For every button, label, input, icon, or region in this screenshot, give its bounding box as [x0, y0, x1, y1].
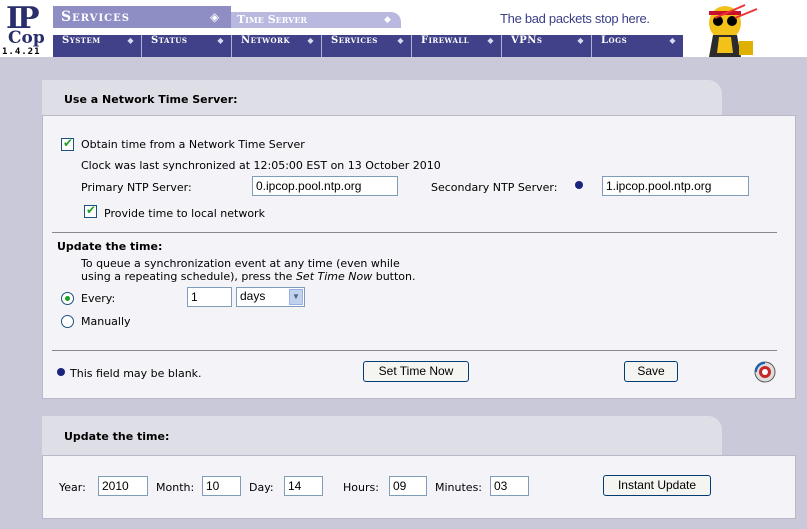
- version-label: 1.4.21: [2, 47, 41, 57]
- divider: [52, 232, 777, 233]
- header: IP Cop 1.4.21 Services ◈ Time Server ◆ T…: [0, 0, 807, 57]
- set-time-now-button[interactable]: Set Time Now: [363, 361, 469, 382]
- every-label: Every:: [81, 292, 116, 305]
- minutes-label: Minutes:: [435, 481, 483, 494]
- chevron-down-icon[interactable]: ▼: [289, 289, 303, 305]
- nav-tab-label: VPNs: [511, 35, 543, 46]
- hours-input[interactable]: [389, 476, 427, 496]
- every-unit-select[interactable]: days ▼: [236, 287, 305, 307]
- subsection-diamond-icon: ◆: [384, 15, 391, 25]
- every-value-input[interactable]: [187, 287, 232, 307]
- update-desc-line1: To queue a synchronization event at any …: [81, 257, 400, 270]
- manually-label: Manually: [81, 315, 131, 328]
- provide-time-label: Provide time to local network: [104, 207, 265, 220]
- radio-selected-icon: [65, 296, 70, 301]
- nav-tab-status[interactable]: Status ◆: [142, 35, 232, 57]
- minutes-input[interactable]: [490, 476, 529, 496]
- update-desc-text-b: button.: [372, 270, 416, 283]
- primary-ntp-label: Primary NTP Server:: [81, 181, 192, 194]
- blank-field-bullet-icon: [575, 181, 583, 189]
- nav-tab-label: Services: [331, 35, 378, 46]
- section-diamond-icon: ◈: [210, 10, 220, 24]
- manually-radio[interactable]: [61, 315, 74, 328]
- nav-tab-label: Logs: [601, 35, 628, 46]
- day-label: Day:: [249, 481, 274, 494]
- divider: [52, 350, 777, 351]
- update-desc-line2: using a repeating schedule), press the S…: [81, 270, 416, 283]
- nav-tab-label: Status: [151, 35, 188, 46]
- nav-tab-vpns[interactable]: VPNs ◆: [502, 35, 592, 57]
- month-label: Month:: [156, 481, 195, 494]
- month-input[interactable]: [202, 476, 241, 496]
- every-radio[interactable]: [61, 292, 74, 305]
- every-unit-value: days: [240, 289, 266, 303]
- nav-tab-firewall[interactable]: Firewall ◆: [412, 35, 502, 57]
- section-title: Services: [53, 6, 231, 28]
- instant-update-button[interactable]: Instant Update: [603, 475, 711, 496]
- ipcop-logo[interactable]: IP Cop 1.4.21: [0, 4, 52, 58]
- blank-field-bullet-icon: [57, 368, 65, 376]
- nav-tab-label: Firewall: [421, 35, 470, 46]
- secondary-ntp-label: Secondary NTP Server:: [431, 181, 558, 194]
- chevron-down-icon: ◆: [127, 35, 134, 45]
- provide-time-checkbox[interactable]: ✔: [84, 203, 97, 218]
- year-label: Year:: [59, 481, 86, 494]
- nav-tab-network[interactable]: Network ◆: [232, 35, 322, 57]
- chevron-down-icon: ◆: [397, 35, 404, 45]
- save-button[interactable]: Save: [624, 361, 678, 382]
- chevron-down-icon: ◆: [307, 35, 314, 45]
- primary-ntp-input[interactable]: [252, 176, 398, 196]
- update-panel-title: Update the time:: [64, 430, 170, 443]
- day-input[interactable]: [284, 476, 323, 496]
- check-icon: ✔: [86, 203, 97, 217]
- hours-label: Hours:: [343, 481, 379, 494]
- nav-tab-services[interactable]: Services ◆: [322, 35, 412, 57]
- chevron-down-icon: ◆: [487, 35, 494, 45]
- chevron-down-icon: ◆: [577, 35, 584, 45]
- secondary-ntp-input[interactable]: [602, 176, 749, 196]
- obtain-time-checkbox[interactable]: ✔: [61, 136, 74, 151]
- nav-tab-logs[interactable]: Logs ◆: [592, 35, 683, 57]
- mascot-icon: [695, 1, 759, 57]
- tagline: The bad packets stop here.: [500, 11, 650, 26]
- obtain-time-label: Obtain time from a Network Time Server: [81, 138, 305, 151]
- update-desc-text-a: using a repeating schedule), press the: [81, 270, 296, 283]
- last-sync-text: Clock was last synchronized at 12:05:00 …: [81, 159, 441, 172]
- help-icon[interactable]: [753, 360, 777, 384]
- update-desc-emphasis: Set Time Now: [295, 270, 373, 283]
- chevron-down-icon: ◆: [217, 35, 224, 45]
- chevron-down-icon: ◆: [669, 35, 676, 45]
- main-nav: System ◆ Status ◆ Network ◆ Services ◆ Firew…: [53, 35, 683, 57]
- logo-cop-text: Cop: [8, 28, 45, 48]
- year-input[interactable]: [98, 476, 148, 496]
- ntp-panel-title: Use a Network Time Server:: [64, 93, 238, 106]
- nav-tab-system[interactable]: System ◆: [53, 35, 142, 57]
- nav-tab-label: System: [62, 35, 101, 46]
- blank-field-note: This field may be blank.: [70, 367, 202, 380]
- update-heading: Update the time:: [57, 240, 163, 253]
- check-icon: ✔: [63, 136, 74, 150]
- nav-tab-label: Network: [241, 35, 291, 46]
- subsection-title: Time Server: [231, 12, 401, 28]
